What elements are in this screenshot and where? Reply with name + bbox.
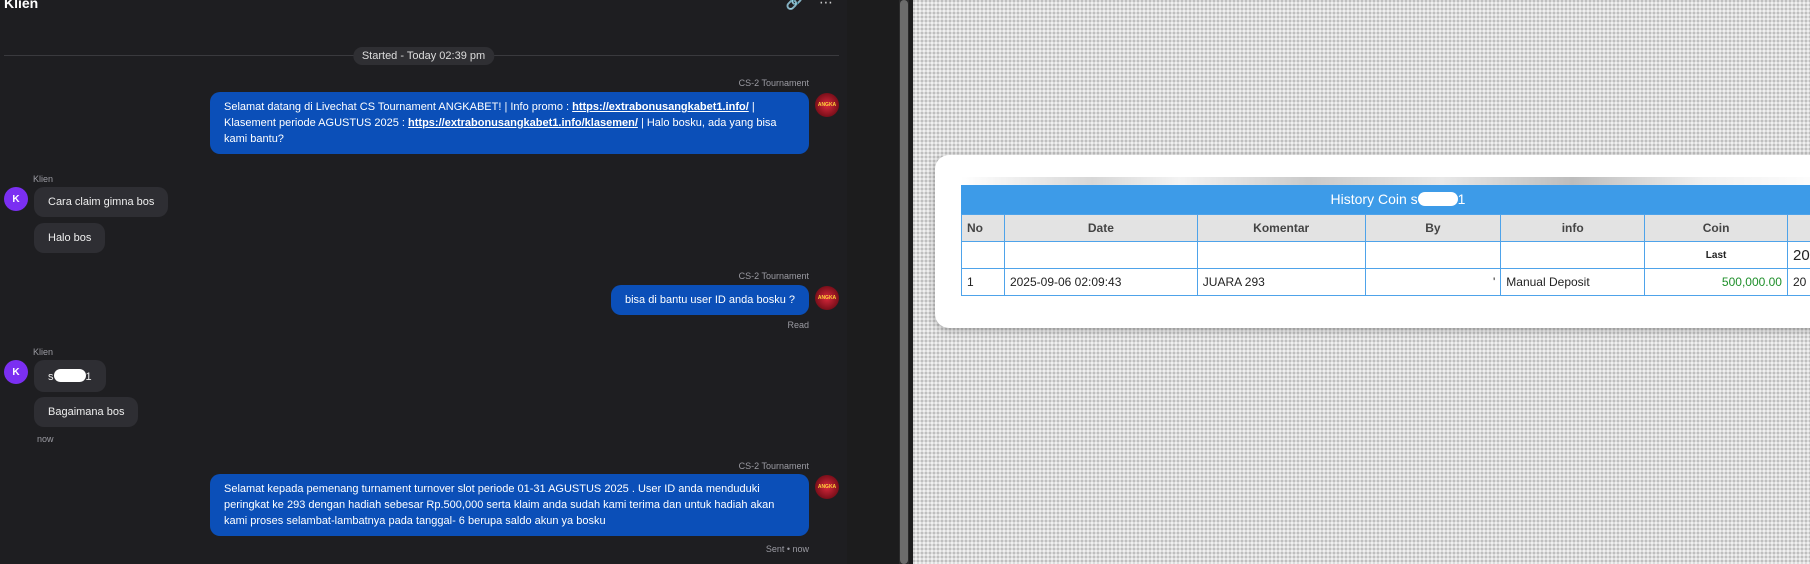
cell-by: ' [1364,268,1502,296]
column-header-coin: Coin [1644,214,1788,242]
column-header-extra [1786,214,1810,242]
message-sender: CS-2 Tournament [738,271,809,281]
conversation-started-badge: Started - Today 02:39 pm [352,47,495,65]
cell-coin: 500,000.00 [1644,268,1788,296]
column-header-komentar: Komentar [1196,214,1366,242]
history-coin-title: History Coin s1 [961,185,1810,214]
message-sender: Klien [33,174,54,184]
chat-title: Klien [4,0,39,11]
cell-extra: 20 [1786,268,1810,296]
agent-avatar: ANGKA [815,475,839,499]
message-text: Selamat datang di Livechat CS Tournament… [224,101,573,113]
history-coin-table: No Date Komentar By info Coin Last 20 1 … [961,214,1810,296]
cell-date: 2025-09-06 02:09:43 [1003,268,1198,296]
agent-avatar: ANGKA [815,93,839,117]
table-header-row: No Date Komentar By info Coin [961,214,1810,242]
column-header-date: Date [1003,214,1198,242]
history-coin-card: History Coin s1 No Date Komentar By info… [935,155,1810,328]
link-icon[interactable]: 🔗 [786,0,803,11]
last-value: 20 [1786,241,1810,269]
incoming-message: Bagaimana bos [34,397,139,427]
outgoing-message: bisa di bantu user ID anda bosku ? [610,285,809,315]
promo-link[interactable]: https://extrabonusangkabet1.info/ [572,101,749,113]
agent-avatar: ANGKA [815,286,839,310]
incoming-message: Cara claim gimna bos [34,187,169,217]
redacted-text [53,369,86,382]
client-avatar: K [4,187,28,211]
message-sender: CS-2 Tournament [738,461,809,471]
outgoing-message: Selamat datang di Livechat CS Tournament… [210,92,809,154]
last-label: Last [1644,241,1788,269]
sent-status: Sent • now [765,544,809,554]
table-row: 1 2025-09-06 02:09:43 JUARA 293 ' Manual… [961,268,1810,296]
cell-info: Manual Deposit [1500,268,1646,296]
message-time: now [37,434,54,444]
column-header-info: info [1500,214,1646,242]
read-status: Read [787,320,809,330]
cell-komentar: JUARA 293 [1196,268,1366,296]
scrollbar-thumb[interactable] [900,0,908,564]
message-sender: CS-2 Tournament [738,78,809,88]
client-avatar: K [4,360,28,384]
outgoing-message: Selamat kepada pemenang turnament turnov… [210,474,809,536]
message-sender: Klien [33,347,54,357]
decorative-map-strip [961,177,1810,185]
column-header-no: No [961,214,1005,242]
redacted-text [1417,192,1458,206]
chat-panel: Klien 🔗 ⋯ Started - Today 02:39 pm CS-2 … [0,0,847,564]
cell-no: 1 [961,268,1005,296]
chat-header-actions: 🔗 ⋯ [786,0,833,11]
klasemen-link[interactable]: https://extrabonusangkabet1.info/klaseme… [408,117,638,129]
incoming-message: Halo bos [34,223,106,253]
table-row-last: Last 20 [961,241,1810,269]
more-icon[interactable]: ⋯ [819,0,833,11]
incoming-message: s1 [34,360,106,392]
column-header-by: By [1364,214,1502,242]
